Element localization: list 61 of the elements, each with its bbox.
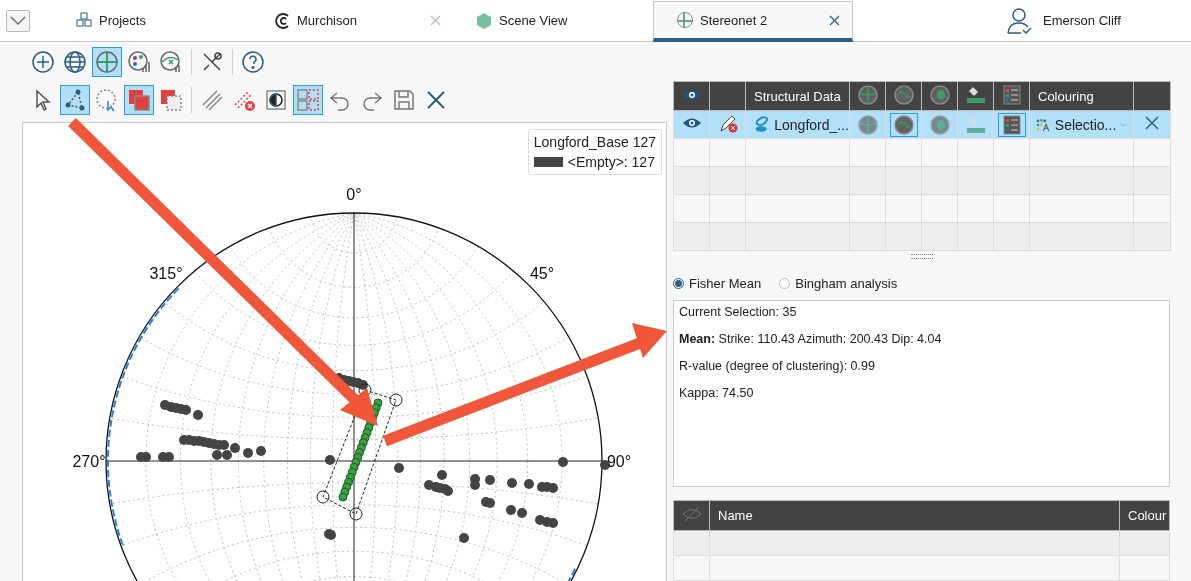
tab[interactable]: Stereonet 2	[653, 1, 853, 42]
toggle-button[interactable]	[997, 112, 1026, 137]
column-header: Name	[709, 500, 1120, 531]
poles-icon	[892, 113, 915, 136]
help-icon	[241, 50, 265, 74]
result-line: Current Selection: 35	[679, 305, 798, 320]
contours-icon	[928, 113, 951, 136]
user-name: Emerson Cliff	[1043, 13, 1121, 28]
palette-icon	[127, 50, 151, 74]
close-icon[interactable]	[1144, 115, 1160, 131]
radio-button[interactable]	[779, 277, 791, 289]
legend-swatch	[533, 157, 563, 167]
result-line: R-value (degree of clustering): 0.99	[679, 359, 876, 374]
hexagon-icon	[475, 11, 493, 30]
contours-icon	[928, 83, 951, 106]
globe-icon	[63, 50, 87, 74]
result-line: Mean: Strike: 110.43 Azimuth: 200.43 Dip: 4.04	[679, 332, 943, 347]
angle-label: 90°	[606, 453, 632, 470]
dropdown-button[interactable]	[6, 9, 30, 32]
angle-label: 45°	[529, 265, 555, 282]
polygon-icon	[63, 88, 87, 112]
stereonet-icon	[95, 50, 119, 74]
legend-icon	[1000, 83, 1023, 106]
angle-label: 0°	[346, 186, 362, 203]
dataset-name: Longford_...	[774, 116, 849, 133]
chart-x-icon	[159, 50, 183, 74]
add-icon	[31, 50, 55, 74]
tab[interactable]: Scene View	[453, 0, 653, 41]
radio-button[interactable]	[673, 277, 684, 289]
close-icon[interactable]	[829, 14, 840, 26]
result-line: Kappa: 74.50	[679, 386, 755, 401]
colouring-dropdown[interactable]: Selectio...	[1030, 112, 1133, 137]
cubes-icon	[75, 11, 93, 30]
square-dashed-icon	[159, 88, 183, 112]
column-header: Colour	[1119, 500, 1170, 531]
grid-icon	[296, 88, 320, 112]
save-icon	[392, 88, 416, 112]
legend-title: Longford_Base 127	[533, 134, 656, 150]
great-circles-icon	[856, 83, 879, 106]
user-icon[interactable]	[1007, 6, 1033, 35]
lasso-icon	[95, 88, 119, 112]
lines-icon	[200, 88, 224, 112]
toggle-button[interactable]	[889, 112, 918, 137]
chevron-down-icon	[1120, 121, 1127, 128]
column-header: Structural Data	[745, 81, 850, 111]
tab[interactable]: Projects	[53, 0, 253, 41]
column-header: Colouring	[1029, 81, 1134, 111]
logo-icon	[275, 12, 291, 29]
square-icon	[127, 88, 151, 112]
legend-entry: <Empty>: 127	[567, 154, 655, 170]
angle-label: 270°	[72, 453, 106, 470]
contrast-icon	[264, 88, 288, 112]
radio-option[interactable]: Fisher Mean	[673, 275, 762, 291]
chevron-down-icon	[10, 15, 26, 26]
radio-option[interactable]: Bingham analysis	[779, 275, 898, 291]
great-circles-icon	[856, 113, 879, 136]
legend-icon	[1000, 113, 1023, 136]
poles-icon	[892, 83, 915, 106]
tab[interactable]: Murchison	[253, 0, 453, 41]
angle-label: 315°	[149, 265, 183, 282]
stereonet-icon	[676, 11, 694, 29]
